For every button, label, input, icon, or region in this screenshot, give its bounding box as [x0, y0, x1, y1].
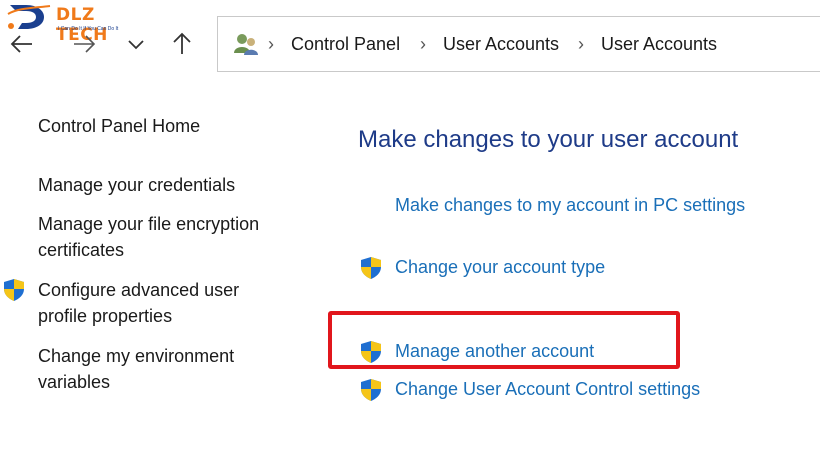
sidebar-item-credentials[interactable]: Manage your credentials [38, 172, 308, 198]
sidebar-home-link[interactable]: Control Panel Home [38, 113, 308, 139]
back-arrow-icon[interactable] [8, 30, 36, 58]
task-link-manage-another-account[interactable]: Manage another account [395, 341, 594, 362]
breadcrumb-user-accounts-current[interactable]: User Accounts [601, 34, 717, 55]
task-link-account-type[interactable]: Change your account type [395, 257, 605, 278]
sidebar-item-file-encryption[interactable]: Manage your file encryption certificates [38, 211, 293, 263]
sidebar-item-environment-variables[interactable]: Change my environment variables [38, 343, 278, 395]
uac-shield-icon [4, 279, 24, 301]
breadcrumb-separator: › [268, 34, 274, 54]
sidebar-item-advanced-profile[interactable]: Configure advanced user profile properti… [38, 277, 278, 329]
breadcrumb-user-accounts[interactable]: User Accounts [443, 34, 559, 55]
forward-arrow-icon[interactable] [70, 30, 98, 58]
uac-shield-icon [361, 341, 381, 363]
page-title: Make changes to your user account [358, 126, 739, 153]
task-link-pc-settings[interactable]: Make changes to my account in PC setting… [395, 195, 745, 216]
breadcrumb-separator: › [578, 34, 584, 54]
chevron-down-icon[interactable] [122, 30, 150, 58]
breadcrumb-control-panel[interactable]: Control Panel [291, 34, 400, 55]
breadcrumb-separator: › [420, 34, 426, 54]
up-arrow-icon[interactable] [168, 30, 196, 58]
uac-shield-icon [361, 379, 381, 401]
task-link-uac-settings[interactable]: Change User Account Control settings [395, 379, 700, 400]
logo-mark-icon [7, 5, 51, 29]
uac-shield-icon [361, 257, 381, 279]
address-bar[interactable]: › Control Panel › User Accounts › User A… [217, 16, 820, 72]
users-icon [234, 34, 258, 55]
